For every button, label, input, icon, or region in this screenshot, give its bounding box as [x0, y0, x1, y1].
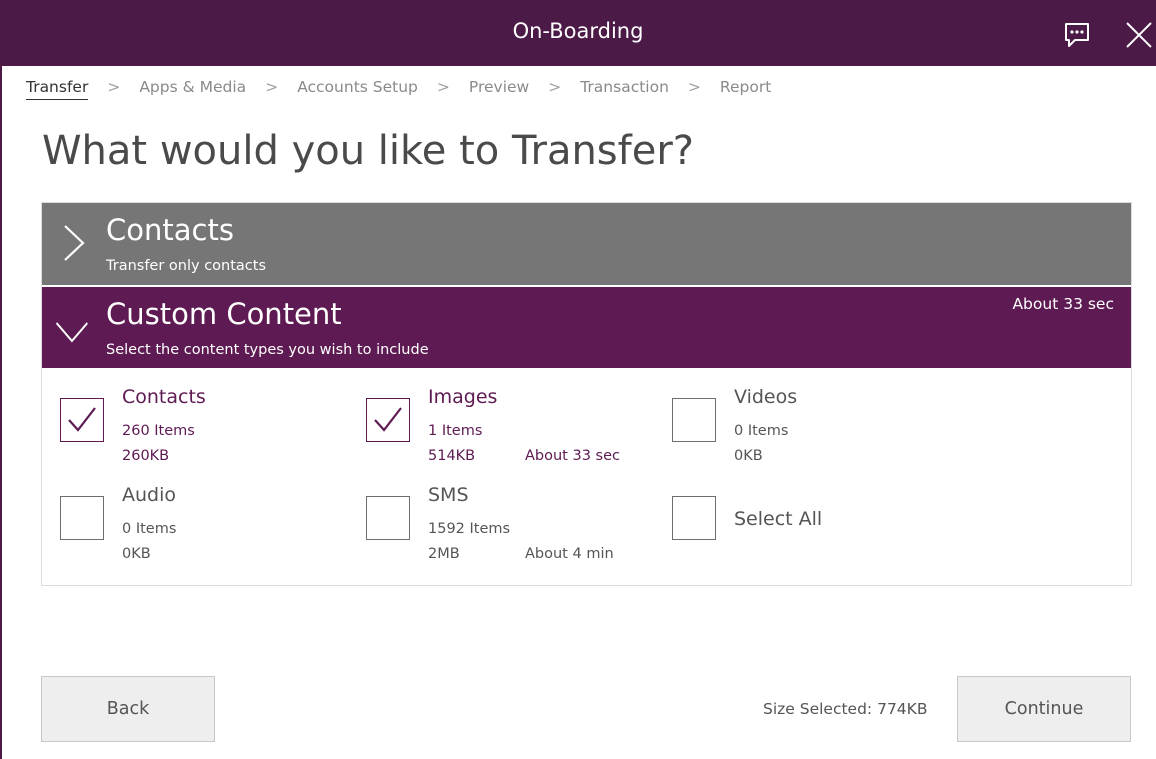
checkbox-sms[interactable]	[366, 496, 410, 540]
breadcrumb-item-transfer[interactable]: Transfer	[26, 78, 89, 100]
checkbox-contacts[interactable]	[60, 398, 104, 442]
option-size: 0KB	[734, 448, 763, 464]
option-count: 0 Items	[122, 521, 177, 537]
page-title: What would you like to Transfer?	[42, 128, 695, 174]
option-name: Contacts	[122, 386, 206, 408]
option-name: Videos	[734, 386, 798, 408]
breadcrumb-separator: >	[265, 78, 279, 96]
option-time: About 33 sec	[525, 448, 620, 464]
option-time: About 4 min	[525, 546, 614, 562]
breadcrumb-separator: >	[436, 78, 450, 96]
option-videos[interactable]: Videos 0 Items 0KB	[672, 386, 962, 468]
breadcrumb-item-apps-media[interactable]: Apps & Media	[139, 78, 246, 96]
checkbox-select-all[interactable]	[672, 496, 716, 540]
option-size: 2MB	[428, 546, 460, 562]
breadcrumb-separator: >	[548, 78, 562, 96]
option-select-all[interactable]: Select All	[672, 486, 962, 566]
window-frame-edge	[0, 66, 2, 759]
window-title: On-Boarding	[512, 19, 644, 43]
section-title: Custom Content	[106, 297, 342, 331]
option-sms[interactable]: SMS 1592 Items 2MB About 4 min	[366, 484, 656, 566]
option-size: 260KB	[122, 448, 170, 464]
breadcrumb-item-transaction[interactable]: Transaction	[580, 78, 669, 96]
breadcrumb-item-preview[interactable]: Preview	[469, 78, 529, 96]
breadcrumb-separator: >	[687, 78, 701, 96]
option-name: SMS	[428, 484, 469, 506]
option-name: Images	[428, 386, 498, 408]
section-subtitle: Select the content types you wish to inc…	[106, 342, 429, 358]
checkmark-icon	[374, 407, 402, 432]
section-title: Contacts	[106, 213, 234, 247]
checkmark-icon	[68, 407, 96, 432]
chat-bubble-icon[interactable]	[1063, 22, 1091, 48]
breadcrumb-item-accounts-setup[interactable]: Accounts Setup	[297, 78, 418, 96]
breadcrumb-separator: >	[107, 78, 121, 96]
option-count: 260 Items	[122, 423, 195, 439]
title-bar: On-Boarding	[0, 0, 1156, 66]
continue-button[interactable]: Continue	[957, 676, 1131, 742]
breadcrumb-item-report[interactable]: Report	[720, 78, 771, 96]
option-name: Audio	[122, 484, 177, 506]
close-icon[interactable]	[1124, 20, 1154, 50]
breadcrumb: Transfer > Apps & Media > Accounts Setup > Pre…	[26, 78, 771, 100]
option-count: 1 Items	[428, 423, 483, 439]
option-count: 1592 Items	[428, 521, 511, 537]
transfer-options-panel: Contacts Transfer only contacts Custom C…	[41, 202, 1132, 586]
checkbox-images[interactable]	[366, 398, 410, 442]
option-contacts[interactable]: Contacts 260 Items 260KB	[60, 386, 350, 468]
option-count: 0 Items	[734, 423, 789, 439]
option-size: 0KB	[122, 546, 151, 562]
option-name: Select All	[734, 508, 823, 530]
checkbox-audio[interactable]	[60, 496, 104, 540]
back-button[interactable]: Back	[41, 676, 215, 742]
option-size: 514KB	[428, 448, 476, 464]
section-header-custom-content[interactable]: Custom Content Select the content types …	[42, 287, 1131, 368]
size-selected-label: Size Selected: 774KB	[763, 700, 928, 718]
time-estimate: About 33 sec	[1012, 295, 1114, 313]
section-header-contacts[interactable]: Contacts Transfer only contacts	[42, 203, 1131, 285]
chevron-down-icon	[55, 322, 88, 343]
checkbox-videos[interactable]	[672, 398, 716, 442]
option-audio[interactable]: Audio 0 Items 0KB	[60, 484, 350, 566]
option-images[interactable]: Images 1 Items 514KB About 33 sec	[366, 386, 656, 468]
chevron-right-icon	[64, 225, 85, 261]
section-subtitle: Transfer only contacts	[106, 258, 267, 274]
